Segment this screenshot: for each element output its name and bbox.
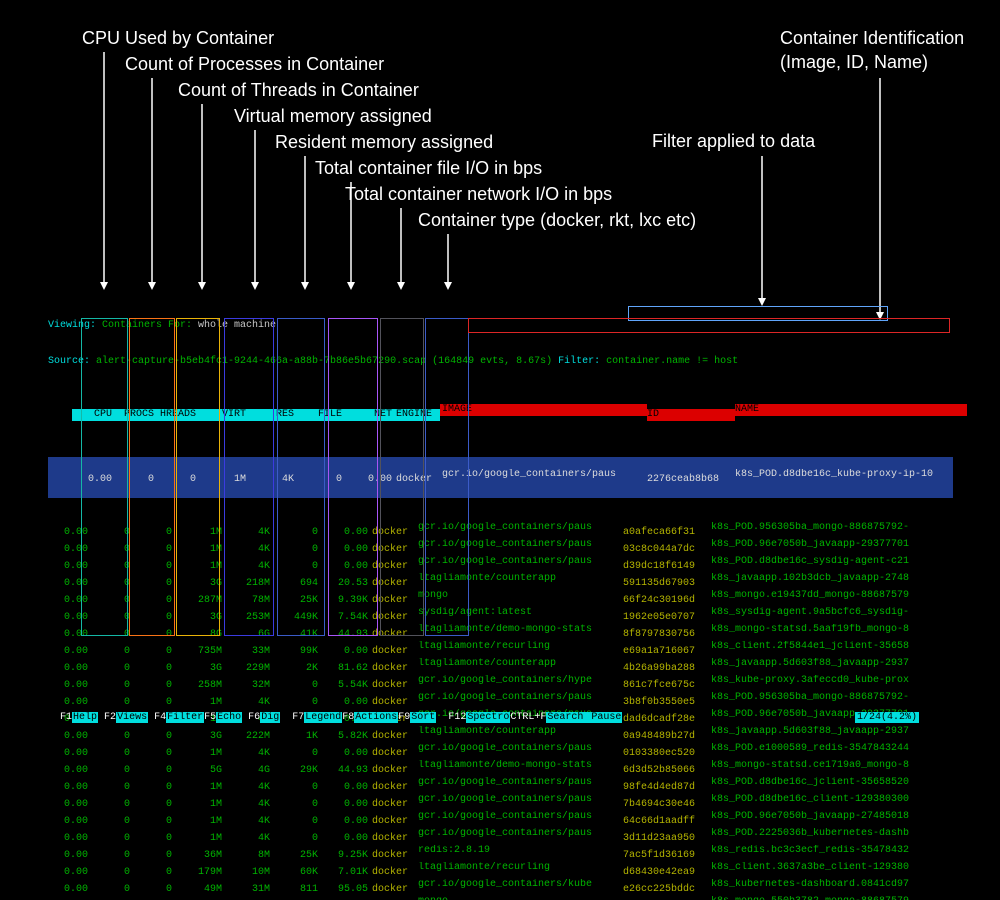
- table-body: 0.00001M4K00.00dockergcr.io/google_conta…: [48, 522, 953, 900]
- ann-engine: Container type (docker, rkt, lxc etc): [418, 210, 696, 231]
- table-row[interactable]: 0.00003G253M449K7.54Kdockersysdig/agent:…: [48, 607, 953, 624]
- table-row[interactable]: 0.00001M4K00.00dockergcr.io/google_conta…: [48, 794, 953, 811]
- ann-filter: Filter applied to data: [652, 131, 815, 152]
- table-row[interactable]: 0.00001M4K00.00dockergcr.io/google_conta…: [48, 539, 953, 556]
- function-bar[interactable]: F1Help F2Views F4FilterF5Echo F6Dig F7Le…: [60, 712, 622, 723]
- ann-ident2: (Image, ID, Name): [780, 52, 928, 73]
- pager: 1/24(4.2%): [855, 712, 919, 723]
- table-row[interactable]: 0.00001M4K00.00dockergcr.io/google_conta…: [48, 522, 953, 539]
- ann-net: Total container network I/O in bps: [345, 184, 612, 205]
- table-row[interactable]: 0.00001M4K00.00dockergcr.io/google_conta…: [48, 777, 953, 794]
- ann-ident: Container Identification: [780, 28, 964, 49]
- table-row[interactable]: 0.000049M31M81195.05dockergcr.io/google_…: [48, 879, 953, 896]
- table-row[interactable]: 0.0000735M33M99K0.00dockerltagliamonte/r…: [48, 641, 953, 658]
- ann-virt: Virtual memory assigned: [234, 106, 432, 127]
- table-row[interactable]: 0.00003G222M1K5.82Kdockerltagliamonte/co…: [48, 726, 953, 743]
- table-row[interactable]: 0.0000291M82M28K4.03Kdockermongo4f8ad1df…: [48, 896, 953, 900]
- ann-procs: Count of Processes in Container: [125, 54, 384, 75]
- table-row[interactable]: 0.00001M4K00.00dockergcr.io/google_conta…: [48, 692, 953, 709]
- table-row[interactable]: 0.00001M4K00.00dockergcr.io/google_conta…: [48, 743, 953, 760]
- table-row[interactable]: 0.00003G229M2K81.62dockerltagliamonte/co…: [48, 658, 953, 675]
- table-row[interactable]: 0.000036M8M25K9.25Kdockerredis:2.8.197ac…: [48, 845, 953, 862]
- table-row[interactable]: 0.0000287M78M25K9.39Kdockermongo66f24c30…: [48, 590, 953, 607]
- table-row[interactable]: 0.0000258M32M05.54Kdockergcr.io/google_c…: [48, 675, 953, 692]
- ann-file: Total container file I/O in bps: [315, 158, 542, 179]
- table-row[interactable]: 0.00001M4K00.00dockergcr.io/google_conta…: [48, 811, 953, 828]
- viewing-line: Viewing: Containers For: whole machine: [48, 320, 953, 332]
- ann-cpu: CPU Used by Container: [82, 28, 274, 49]
- source-line: Source: alert-capture-b5eb4fc1-9244-466a…: [48, 356, 953, 368]
- highlighted-row[interactable]: 0.00001M4K00.00dockergcr.io/google_conta…: [48, 457, 953, 498]
- table-row[interactable]: 0.00005G4G29K44.93dockerltagliamonte/dem…: [48, 760, 953, 777]
- table-row[interactable]: 0.00008G6G41K44.93dockerltagliamonte/dem…: [48, 624, 953, 641]
- header-row: CPUPROCSHREADSVIRTRESFILENETENGINEIMAGEI…: [48, 392, 953, 433]
- terminal[interactable]: Viewing: Containers For: whole machine S…: [48, 296, 953, 900]
- ann-threads: Count of Threads in Container: [178, 80, 419, 101]
- ann-res: Resident memory assigned: [275, 132, 493, 153]
- table-row[interactable]: 0.00003G218M69420.53dockerltagliamonte/c…: [48, 573, 953, 590]
- table-row[interactable]: 0.00001M4K00.00dockergcr.io/google_conta…: [48, 828, 953, 845]
- table-row[interactable]: 0.0000179M10M60K7.01Kdockerltagliamonte/…: [48, 862, 953, 879]
- table-row[interactable]: 0.00001M4K00.00dockergcr.io/google_conta…: [48, 556, 953, 573]
